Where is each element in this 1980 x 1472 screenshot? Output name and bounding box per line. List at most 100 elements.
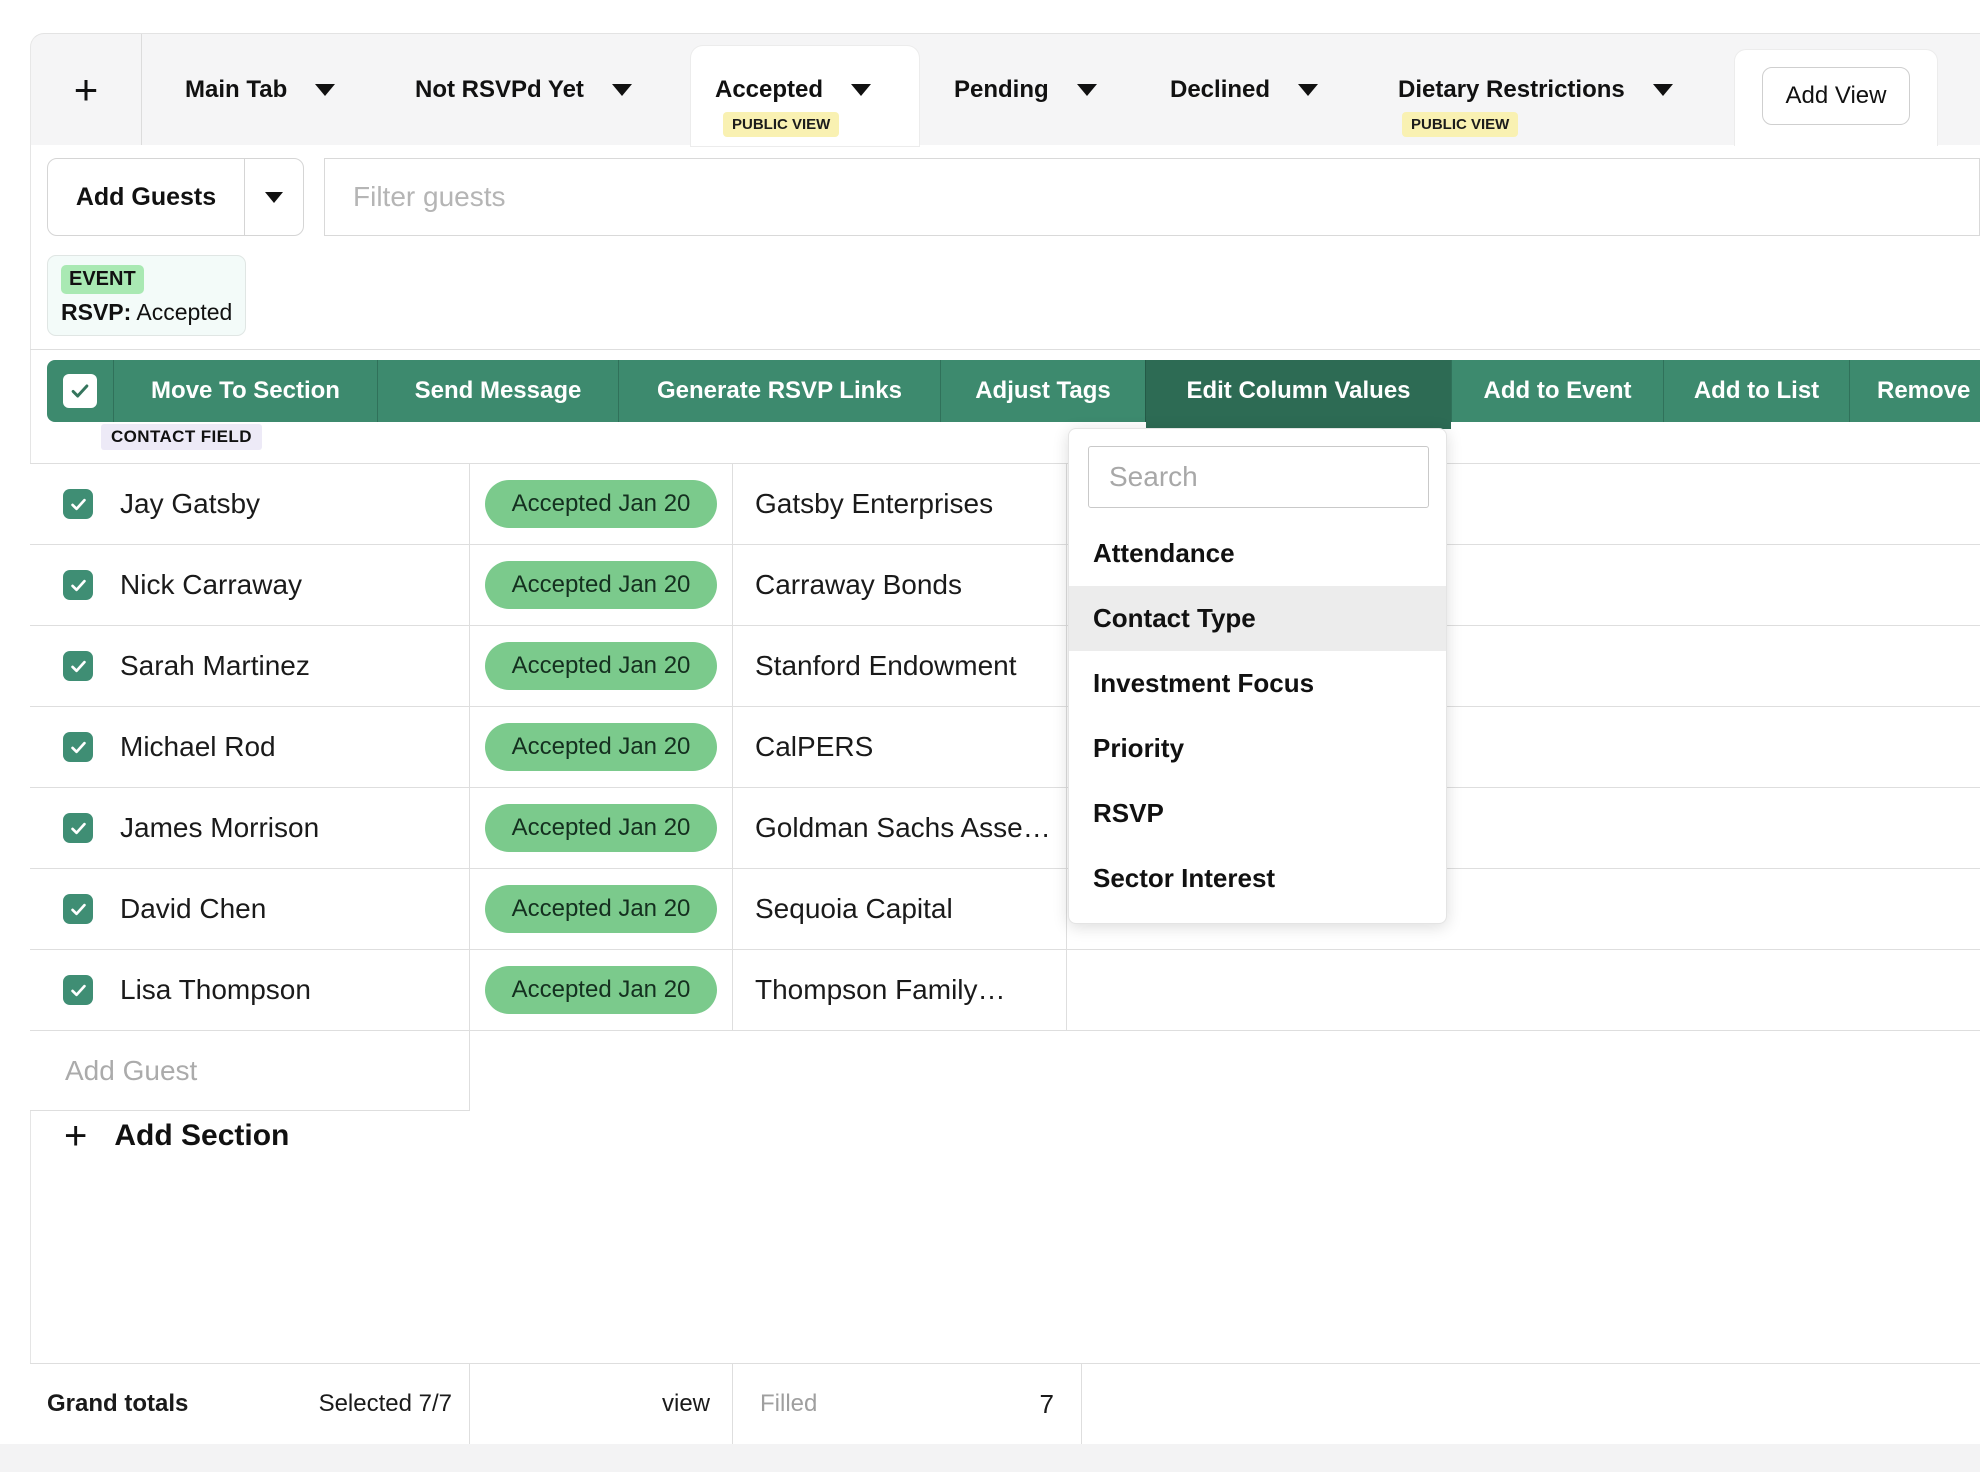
grand-totals-label: Grand totals: [47, 1390, 188, 1418]
column-option-sector-interest[interactable]: Sector Interest: [1069, 846, 1446, 911]
company-cell[interactable]: Gatsby Enterprises: [733, 464, 1067, 544]
rsvp-status-badge[interactable]: Accepted Jan 20: [485, 966, 717, 1014]
tab-label: Declined: [1170, 76, 1270, 104]
column-search-input[interactable]: [1088, 446, 1429, 508]
tab-main-tab[interactable]: Main Tab: [185, 34, 335, 145]
event-badge: EVENT: [61, 265, 144, 294]
plus-icon: +: [64, 1116, 87, 1156]
table-row[interactable]: Sarah Martinez Accepted Jan 20 Stanford …: [30, 626, 1980, 707]
table-row[interactable]: David Chen Accepted Jan 20 Sequoia Capit…: [30, 869, 1980, 950]
company-cell[interactable]: Stanford Endowment: [733, 626, 1067, 706]
checkmark-icon: [69, 819, 88, 838]
tab-declined[interactable]: Declined: [1170, 34, 1318, 145]
add-section-button[interactable]: + Add Section: [64, 1116, 289, 1156]
column-option-rsvp[interactable]: RSVP: [1069, 781, 1446, 846]
tab-accepted-active[interactable]: Accepted PUBLIC VIEW: [691, 46, 919, 146]
select-all-cell: [47, 360, 113, 422]
view-tab-bar: + Main Tab Not RSVPd Yet Accepted PUBLIC…: [30, 33, 1980, 145]
add-guests-dropdown-toggle[interactable]: [244, 159, 303, 235]
rsvp-cell: Accepted Jan 20: [470, 545, 733, 625]
row-checkbox[interactable]: [63, 975, 93, 1005]
checkmark-icon: [69, 380, 91, 402]
table-row[interactable]: James Morrison Accepted Jan 20 Goldman S…: [30, 788, 1980, 869]
column-options-list: Attendance Contact Type Investment Focus…: [1069, 521, 1446, 911]
column-option-attendance[interactable]: Attendance: [1069, 521, 1446, 586]
generate-rsvp-links-button[interactable]: Generate RSVP Links: [618, 360, 940, 422]
guest-name-cell: David Chen: [30, 869, 470, 949]
edit-column-values-button[interactable]: Edit Column Values: [1145, 360, 1451, 422]
send-message-button[interactable]: Send Message: [377, 360, 618, 422]
table-row[interactable]: Jay Gatsby Accepted Jan 20 Gatsby Enterp…: [30, 464, 1980, 545]
filter-guests-input[interactable]: [324, 158, 1980, 236]
rsvp-status-badge[interactable]: Accepted Jan 20: [485, 723, 717, 771]
table-row[interactable]: Nick Carraway Accepted Jan 20 Carraway B…: [30, 545, 1980, 626]
row-checkbox[interactable]: [63, 651, 93, 681]
chevron-down-icon: [1077, 84, 1097, 96]
view-toggle[interactable]: view: [662, 1390, 710, 1418]
row-checkbox[interactable]: [63, 894, 93, 924]
company-cell[interactable]: Goldman Sachs Asse…: [733, 788, 1067, 868]
guest-name: Michael Rod: [120, 731, 276, 763]
guest-table: Jay Gatsby Accepted Jan 20 Gatsby Enterp…: [30, 463, 1980, 1111]
guest-name-cell: Nick Carraway: [30, 545, 470, 625]
chevron-down-icon: [315, 84, 335, 96]
row-checkbox[interactable]: [63, 489, 93, 519]
move-to-section-button[interactable]: Move To Section: [113, 360, 377, 422]
chevron-down-icon: [265, 192, 283, 203]
company-cell[interactable]: CalPERS: [733, 707, 1067, 787]
adjust-tags-button[interactable]: Adjust Tags: [940, 360, 1145, 422]
remove-button[interactable]: Remove: [1849, 360, 1980, 422]
filter-value: Accepted: [136, 299, 232, 325]
empty-cell: [1067, 950, 1980, 1030]
column-option-priority[interactable]: Priority: [1069, 716, 1446, 781]
empty-cell: [1082, 1364, 1980, 1444]
rsvp-status-badge[interactable]: Accepted Jan 20: [485, 642, 717, 690]
totals-filled-cell[interactable]: Filled 7: [733, 1364, 1082, 1444]
add-guests-label: Add Guests: [48, 159, 244, 235]
table-row[interactable]: Michael Rod Accepted Jan 20 CalPERS: [30, 707, 1980, 788]
chevron-down-icon: [1298, 84, 1318, 96]
tab-pending[interactable]: Pending: [954, 34, 1097, 145]
row-checkbox[interactable]: [63, 570, 93, 600]
row-checkbox[interactable]: [63, 813, 93, 843]
checkmark-icon: [69, 738, 88, 757]
guest-name: David Chen: [120, 893, 266, 925]
guest-name-cell: Michael Rod: [30, 707, 470, 787]
rsvp-cell: Accepted Jan 20: [470, 626, 733, 706]
bulk-action-toolbar: Move To Section Send Message Generate RS…: [47, 360, 1980, 422]
rsvp-status-badge[interactable]: Accepted Jan 20: [485, 561, 717, 609]
contact-field-tag: CONTACT FIELD: [101, 424, 262, 450]
rsvp-status-badge[interactable]: Accepted Jan 20: [485, 804, 717, 852]
row-checkbox[interactable]: [63, 732, 93, 762]
page-bottom-strip: [0, 1444, 1980, 1472]
tab-not-rsvpd-yet[interactable]: Not RSVPd Yet: [415, 34, 632, 145]
column-option-investment-focus[interactable]: Investment Focus: [1069, 651, 1446, 716]
guest-name: James Morrison: [120, 812, 319, 844]
company-cell[interactable]: Sequoia Capital: [733, 869, 1067, 949]
checkmark-icon: [69, 900, 88, 919]
column-option-contact-type[interactable]: Contact Type: [1069, 586, 1446, 651]
add-to-list-button[interactable]: Add to List: [1663, 360, 1849, 422]
selected-count: Selected 7/7: [319, 1390, 452, 1418]
add-guests-split-button[interactable]: Add Guests: [47, 158, 304, 236]
checkmark-icon: [69, 576, 88, 595]
guest-name-cell: Jay Gatsby: [30, 464, 470, 544]
company-cell[interactable]: Carraway Bonds: [733, 545, 1067, 625]
chevron-down-icon: [1653, 84, 1673, 96]
rsvp-cell: Accepted Jan 20: [470, 950, 733, 1030]
add-view-button[interactable]: Add View: [1762, 67, 1910, 125]
add-guest-input[interactable]: Add Guest: [30, 1031, 470, 1111]
add-tab-button[interactable]: +: [31, 34, 142, 145]
add-to-event-button[interactable]: Add to Event: [1451, 360, 1663, 422]
company-cell[interactable]: Thompson Family…: [733, 950, 1067, 1030]
guest-name-cell: James Morrison: [30, 788, 470, 868]
add-section-label: Add Section: [114, 1119, 289, 1153]
guest-name: Nick Carraway: [120, 569, 302, 601]
select-all-checkbox[interactable]: [63, 374, 97, 408]
add-view-container: Add View: [1734, 49, 1938, 146]
add-guest-row: Add Guest: [30, 1031, 1980, 1111]
rsvp-status-badge[interactable]: Accepted Jan 20: [485, 885, 717, 933]
rsvp-status-badge[interactable]: Accepted Jan 20: [485, 480, 717, 528]
rsvp-filter-chip[interactable]: EVENT RSVP: Accepted: [47, 255, 246, 336]
table-row[interactable]: Lisa Thompson Accepted Jan 20 Thompson F…: [30, 950, 1980, 1031]
